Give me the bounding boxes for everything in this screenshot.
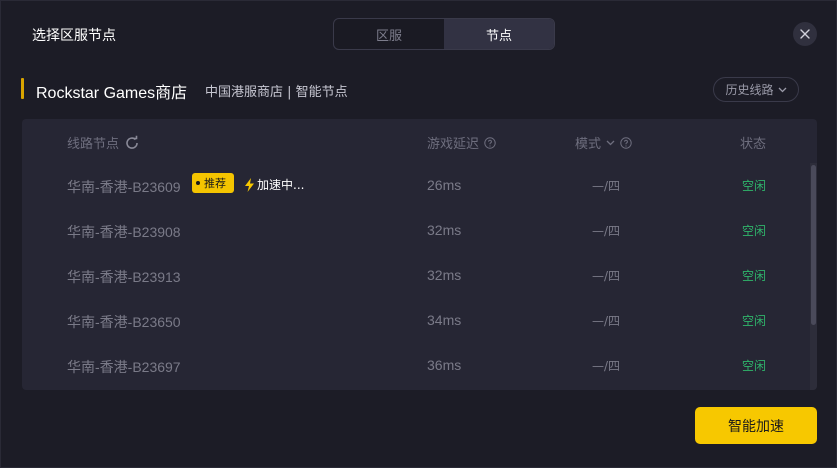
history-routes-button[interactable]: 历史线路 <box>713 77 799 102</box>
dialog-title: 选择区服节点 <box>32 28 116 44</box>
column-status: 状态 <box>740 133 766 152</box>
table-scrollbar[interactable] <box>810 163 817 390</box>
mode-value: —/四 <box>592 314 621 328</box>
node-table: 线路节点 游戏延迟 模式 状态 华南-香港-B23609 推荐 加速中... 2… <box>22 119 817 390</box>
column-mode-label: 模式 <box>575 137 602 152</box>
node-name: 华南-香港-B23913 <box>67 269 181 285</box>
column-latency: 游戏延迟 <box>427 133 496 152</box>
mode-value: —/四 <box>592 269 621 283</box>
status-badge: 空闲 <box>742 179 767 193</box>
help-icon[interactable] <box>484 136 496 149</box>
store-subtitle: 中国港服商店 | 智能节点 <box>205 85 348 100</box>
store-accent-bar <box>21 78 24 99</box>
column-node: 线路节点 <box>67 133 140 152</box>
accelerating-label: 加速中... <box>257 178 305 192</box>
latency-value: 26ms <box>427 177 462 193</box>
mode-value: —/四 <box>592 224 621 238</box>
node-name: 华南-香港-B23908 <box>67 224 181 240</box>
scrollbar-thumb[interactable] <box>811 165 816 325</box>
region-node-tabs: 区服 节点 <box>333 18 555 50</box>
tab-region[interactable]: 区服 <box>334 19 444 49</box>
chevron-down-icon <box>778 87 786 92</box>
tab-node[interactable]: 节点 <box>444 19 554 49</box>
node-name: 华南-香港-B23650 <box>67 314 181 330</box>
table-header: 线路节点 游戏延迟 模式 状态 <box>22 119 817 163</box>
refresh-icon[interactable] <box>124 135 140 151</box>
recommended-badge: 推荐 <box>192 173 234 193</box>
column-latency-label: 游戏延迟 <box>427 137 480 152</box>
lightning-icon <box>245 177 254 192</box>
close-button[interactable] <box>793 22 817 46</box>
table-row[interactable]: 华南-香港-B23650 34ms —/四 空闲 <box>22 298 810 343</box>
history-routes-label: 历史线路 <box>725 83 774 97</box>
smart-accelerate-button[interactable]: 智能加速 <box>695 407 817 444</box>
table-row[interactable]: 华南-香港-B23609 推荐 加速中... 26ms —/四 空闲 <box>22 163 810 208</box>
help-icon[interactable] <box>620 136 632 149</box>
table-row[interactable]: 华南-香港-B23913 32ms —/四 空闲 <box>22 253 810 298</box>
table-row[interactable]: 华南-香港-B23697 36ms —/四 空闲 <box>22 343 810 388</box>
latency-value: 34ms <box>427 312 462 328</box>
status-badge: 空闲 <box>742 314 767 328</box>
node-name: 华南-香港-B23697 <box>67 359 181 375</box>
table-row[interactable]: 华南-香港-B23908 32ms —/四 空闲 <box>22 208 810 253</box>
mode-value: —/四 <box>592 179 621 193</box>
mode-value: —/四 <box>592 359 621 373</box>
chevron-down-icon <box>606 140 615 145</box>
status-badge: 空闲 <box>742 359 767 373</box>
column-node-label: 线路节点 <box>67 137 120 152</box>
column-mode[interactable]: 模式 <box>575 133 632 152</box>
store-name: Rockstar Games商店 <box>36 85 188 102</box>
node-name: 华南-香港-B23609 <box>67 179 181 195</box>
latency-value: 32ms <box>427 267 462 283</box>
status-badge: 空闲 <box>742 269 767 283</box>
status-badge: 空闲 <box>742 224 767 238</box>
latency-value: 36ms <box>427 357 462 373</box>
column-status-label: 状态 <box>740 137 767 152</box>
close-icon <box>800 29 810 39</box>
accelerating-indicator: 加速中... <box>244 176 304 193</box>
node-select-dialog: 选择区服节点 区服 节点 Rockstar Games商店 中国港服商店 | 智… <box>0 0 837 468</box>
latency-value: 32ms <box>427 222 462 238</box>
